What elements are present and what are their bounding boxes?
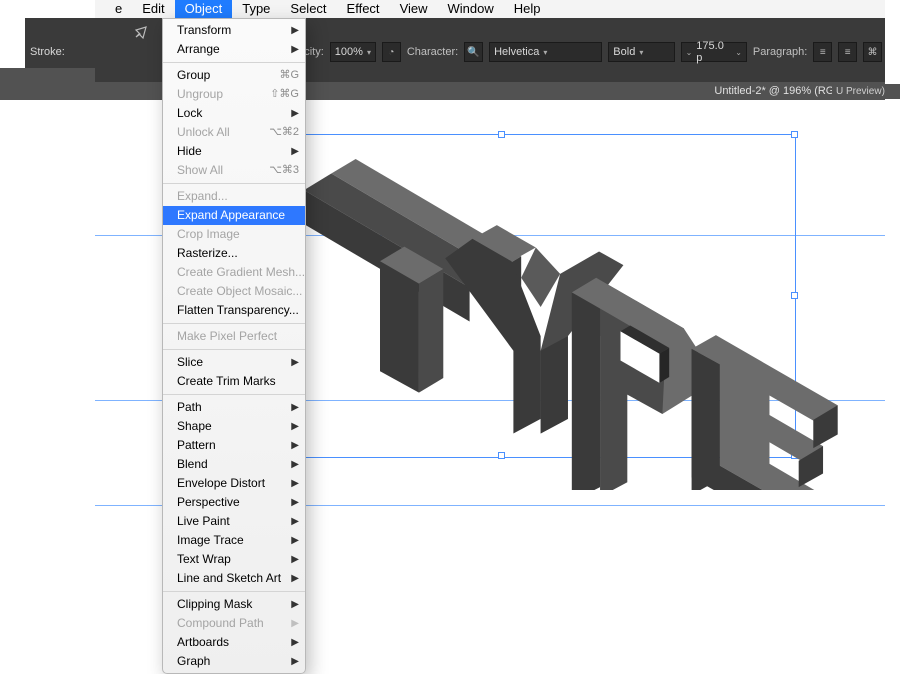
align-left-icon[interactable]: ≡ xyxy=(813,42,832,62)
menuitem-flatten-transparency[interactable]: Flatten Transparency... xyxy=(163,301,305,320)
menuitem-hide[interactable]: Hide▶ xyxy=(163,142,305,161)
menu-object[interactable]: Object xyxy=(175,0,233,18)
menuitem-crop-image: Crop Image xyxy=(163,225,305,244)
menuitem-clipping-mask[interactable]: Clipping Mask▶ xyxy=(163,595,305,614)
submenu-arrow-icon: ▶ xyxy=(291,457,299,472)
menuitem-create-trim-marks[interactable]: Create Trim Marks xyxy=(163,372,305,391)
align-center-icon[interactable]: ≡ xyxy=(838,42,857,62)
menuitem-ungroup: Ungroup⇧⌘G xyxy=(163,85,305,104)
submenu-arrow-icon: ▶ xyxy=(291,144,299,159)
chevron-down-icon: ⌄ xyxy=(686,48,693,57)
menu-help[interactable]: Help xyxy=(504,0,551,18)
menuitem-text-wrap[interactable]: Text Wrap▶ xyxy=(163,550,305,569)
menuitem-artboards[interactable]: Artboards▶ xyxy=(163,633,305,652)
selection-handle[interactable] xyxy=(791,292,798,299)
submenu-arrow-icon: ▶ xyxy=(291,533,299,548)
shortcut-label: ⇧⌘G xyxy=(270,87,299,102)
menuitem-transform[interactable]: Transform▶ xyxy=(163,21,305,40)
submenu-arrow-icon: ▶ xyxy=(291,419,299,434)
menu-select[interactable]: Select xyxy=(280,0,336,18)
menu-edit[interactable]: Edit xyxy=(132,0,174,18)
submenu-arrow-icon: ▶ xyxy=(291,42,299,57)
menu-type[interactable]: Type xyxy=(232,0,280,18)
submenu-arrow-icon: ▶ xyxy=(291,23,299,38)
menuitem-envelope-distort[interactable]: Envelope Distort▶ xyxy=(163,474,305,493)
menuitem-pattern[interactable]: Pattern▶ xyxy=(163,436,305,455)
menuitem-slice[interactable]: Slice▶ xyxy=(163,353,305,372)
menu-view[interactable]: View xyxy=(390,0,438,18)
submenu-arrow-icon: ▶ xyxy=(291,571,299,586)
menuitem-line-and-sketch-art[interactable]: Line and Sketch Art▶ xyxy=(163,569,305,588)
shortcut-label: ⌥⌘2 xyxy=(269,125,299,140)
menuitem-expand-appearance[interactable]: Expand Appearance xyxy=(163,206,305,225)
submenu-arrow-icon: ▶ xyxy=(291,514,299,529)
menu-separator xyxy=(163,591,305,592)
submenu-arrow-icon: ▶ xyxy=(291,495,299,510)
menuitem-make-pixel-perfect: Make Pixel Perfect xyxy=(163,327,305,346)
menuitem-show-all: Show All⌥⌘3 xyxy=(163,161,305,180)
menubar: eEditObjectTypeSelectEffectViewWindowHel… xyxy=(95,0,885,19)
submenu-arrow-icon: ▶ xyxy=(291,106,299,121)
menuitem-rasterize[interactable]: Rasterize... xyxy=(163,244,305,263)
style-icon[interactable]: ◔ xyxy=(382,42,401,62)
menu-separator xyxy=(163,183,305,184)
chevron-down-icon: ▾ xyxy=(543,48,547,57)
character-label: Character: xyxy=(407,46,458,58)
menuitem-perspective[interactable]: Perspective▶ xyxy=(163,493,305,512)
menuitem-group[interactable]: Group⌘G xyxy=(163,66,305,85)
rocket-icon[interactable] xyxy=(133,24,149,45)
menuitem-create-gradient-mesh: Create Gradient Mesh... xyxy=(163,263,305,282)
font-weight-select[interactable]: Bold▾ xyxy=(608,42,674,62)
submenu-arrow-icon: ▶ xyxy=(291,400,299,415)
paragraph-label: Paragraph: xyxy=(753,46,807,58)
font-search-icon[interactable]: 🔍 xyxy=(464,42,483,62)
menuitem-expand: Expand... xyxy=(163,187,305,206)
submenu-arrow-icon: ▶ xyxy=(291,438,299,453)
chevron-down-icon: ⌄ xyxy=(735,48,742,57)
opacity-select[interactable]: 100%▾ xyxy=(330,42,376,62)
menuitem-image-trace[interactable]: Image Trace▶ xyxy=(163,531,305,550)
stroke-label: Stroke: xyxy=(30,46,85,58)
selection-handle[interactable] xyxy=(791,452,798,459)
shortcut-label: ⌥⌘3 xyxy=(269,163,299,178)
menu-effect[interactable]: Effect xyxy=(337,0,390,18)
selection-handle[interactable] xyxy=(498,452,505,459)
menu-window[interactable]: Window xyxy=(438,0,504,18)
submenu-arrow-icon: ▶ xyxy=(291,355,299,370)
menu-separator xyxy=(163,62,305,63)
menuitem-create-object-mosaic: Create Object Mosaic... xyxy=(163,282,305,301)
menu-separator xyxy=(163,349,305,350)
submenu-arrow-icon: ▶ xyxy=(291,597,299,612)
menuitem-live-paint[interactable]: Live Paint▶ xyxy=(163,512,305,531)
selection-handle[interactable] xyxy=(498,131,505,138)
options-bar: pacity: 100%▾ ◔ Character: 🔍 Helvetica▾ … xyxy=(292,40,882,64)
submenu-arrow-icon: ▶ xyxy=(291,616,299,631)
chevron-down-icon: ▾ xyxy=(639,48,643,57)
submenu-arrow-icon: ▶ xyxy=(291,552,299,567)
menu-separator xyxy=(163,394,305,395)
submenu-arrow-icon: ▶ xyxy=(291,654,299,669)
menuitem-path[interactable]: Path▶ xyxy=(163,398,305,417)
menuitem-graph[interactable]: Graph▶ xyxy=(163,652,305,671)
menu-e[interactable]: e xyxy=(105,0,132,18)
shortcut-label: ⌘G xyxy=(279,68,299,83)
selection-handle[interactable] xyxy=(791,131,798,138)
submenu-arrow-icon: ▶ xyxy=(291,476,299,491)
submenu-arrow-icon: ▶ xyxy=(291,635,299,650)
essentials-icon[interactable]: ⌘ xyxy=(863,42,882,62)
menuitem-arrange[interactable]: Arrange▶ xyxy=(163,40,305,59)
menu-separator xyxy=(163,323,305,324)
gpu-preview-label: U Preview) xyxy=(832,84,900,99)
font-size-select[interactable]: ⌄ 175.0 p ⌄ xyxy=(681,42,747,62)
menuitem-compound-path: Compound Path▶ xyxy=(163,614,305,633)
menuitem-blend[interactable]: Blend▶ xyxy=(163,455,305,474)
menuitem-shape[interactable]: Shape▶ xyxy=(163,417,305,436)
menuitem-unlock-all: Unlock All⌥⌘2 xyxy=(163,123,305,142)
menuitem-lock[interactable]: Lock▶ xyxy=(163,104,305,123)
font-family-select[interactable]: Helvetica▾ xyxy=(489,42,602,62)
chevron-down-icon: ▾ xyxy=(367,48,371,57)
